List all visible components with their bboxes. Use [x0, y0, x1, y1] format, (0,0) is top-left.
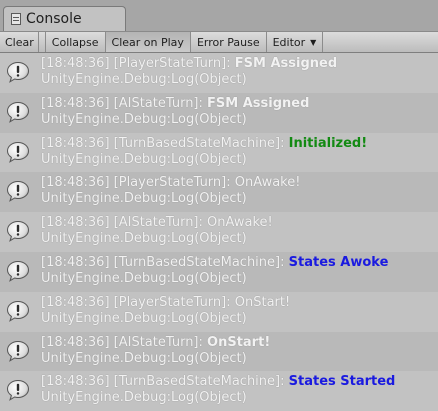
info-bubble-icon [6, 380, 30, 402]
info-bubble-icon [6, 300, 30, 322]
log-stacktrace: UnityEngine.Debug:Log(Object) [41, 390, 247, 406]
info-bubble-icon [6, 340, 30, 362]
log-message: OnAwake! [207, 215, 273, 231]
toolbar-separator [39, 32, 46, 52]
editor-dropdown-label: Editor [272, 35, 306, 49]
info-bubble-icon [6, 260, 30, 282]
log-message-line: [18:48:36] [AIStateTurn]: OnStart! [41, 335, 270, 350]
log-message: OnStart! [234, 294, 291, 310]
log-entry[interactable]: [18:48:36] [AIStateTurn]: OnAwake! Unity… [0, 212, 438, 252]
info-bubble-icon [6, 61, 30, 83]
info-bubble-icon [6, 101, 30, 123]
console-toolbar: Clear Collapse Clear on Play Error Pause… [0, 31, 438, 53]
log-stacktrace: UnityEngine.Debug:Log(Object) [41, 270, 247, 286]
log-message-line: [18:48:36] [TurnBasedStateMachine]: Init… [41, 136, 367, 151]
info-bubble-icon [6, 221, 30, 243]
log-list[interactable]: [18:48:36] [PlayerStateTurn]: FSM Assign… [0, 53, 438, 411]
info-bubble-icon [6, 141, 30, 163]
log-entry[interactable]: [18:48:36] [AIStateTurn]: OnStart! Unity… [0, 331, 438, 372]
error-pause-button[interactable]: Error Pause [191, 32, 267, 52]
log-prefix: [18:48:36] [AIStateTurn]: [41, 215, 208, 231]
log-message-line: [18:48:36] [PlayerStateTurn]: OnStart! [41, 295, 290, 310]
log-prefix: [18:48:36] [PlayerStateTurn]: [41, 294, 235, 310]
log-prefix: [18:48:36] [TurnBasedStateMachine]: [41, 374, 289, 390]
log-prefix: [18:48:36] [AIStateTurn]: [41, 95, 208, 111]
log-prefix: [18:48:36] [TurnBasedStateMachine]: [41, 254, 289, 270]
log-message-line: [18:48:36] [PlayerStateTurn]: OnAwake! [41, 175, 300, 190]
clear-button[interactable]: Clear [3, 32, 39, 52]
log-message: FSM Assigned [234, 56, 338, 71]
info-bubble-icon [6, 181, 30, 203]
log-prefix: [18:48:36] [PlayerStateTurn]: [41, 175, 235, 191]
log-prefix: [18:48:36] [TurnBasedStateMachine]: [41, 135, 289, 151]
console-icon [11, 13, 21, 25]
tab-strip: Console [0, 0, 438, 31]
tab-console[interactable]: Console [3, 6, 126, 31]
log-message: States Started [288, 374, 396, 390]
log-stacktrace: UnityEngine.Debug:Log(Object) [41, 310, 247, 326]
log-message: Initialized! [288, 135, 368, 151]
log-message-line: [18:48:36] [TurnBasedStateMachine]: Stat… [41, 255, 388, 270]
log-stacktrace: UnityEngine.Debug:Log(Object) [41, 72, 247, 87]
chevron-down-icon: ▼ [310, 37, 317, 47]
log-stacktrace: UnityEngine.Debug:Log(Object) [41, 111, 247, 127]
log-stacktrace: UnityEngine.Debug:Log(Object) [41, 151, 247, 167]
collapse-button[interactable]: Collapse [46, 32, 106, 52]
log-message-line: [18:48:36] [AIStateTurn]: OnAwake! [41, 215, 273, 230]
tab-label: Console [26, 11, 82, 27]
log-message-line: [18:48:36] [AIStateTurn]: FSM Assigned [41, 96, 309, 111]
log-message: OnStart! [207, 334, 271, 350]
log-prefix: [18:48:36] [AIStateTurn]: [41, 334, 208, 350]
log-stacktrace: UnityEngine.Debug:Log(Object) [41, 231, 247, 247]
log-stacktrace: UnityEngine.Debug:Log(Object) [41, 191, 247, 207]
log-entry[interactable]: [18:48:36] [PlayerStateTurn]: OnAwake! U… [0, 172, 438, 213]
log-prefix: [18:48:36] [PlayerStateTurn]: [41, 56, 235, 71]
log-entry[interactable]: [18:48:36] [TurnBasedStateMachine]: Stat… [0, 371, 438, 411]
log-entry[interactable]: [18:48:36] [AIStateTurn]: FSM Assigned U… [0, 92, 438, 133]
log-entry[interactable]: [18:48:36] [TurnBasedStateMachine]: Init… [0, 133, 438, 173]
log-entry[interactable]: [18:48:36] [TurnBasedStateMachine]: Stat… [0, 251, 438, 292]
log-message: States Awoke [288, 254, 389, 270]
log-entry[interactable]: [18:48:36] [PlayerStateTurn]: OnStart! U… [0, 292, 438, 332]
clear-on-play-button[interactable]: Clear on Play [105, 32, 191, 52]
log-message: OnAwake! [234, 175, 301, 191]
log-message-line: [18:48:36] [TurnBasedStateMachine]: Stat… [41, 374, 395, 389]
log-message: FSM Assigned [207, 95, 310, 111]
log-message-line: [18:48:36] [PlayerStateTurn]: FSM Assign… [41, 56, 337, 71]
log-stacktrace: UnityEngine.Debug:Log(Object) [41, 350, 247, 366]
log-entry[interactable]: [18:48:36] [PlayerStateTurn]: FSM Assign… [0, 53, 438, 93]
editor-dropdown[interactable]: Editor ▼ [267, 32, 324, 52]
